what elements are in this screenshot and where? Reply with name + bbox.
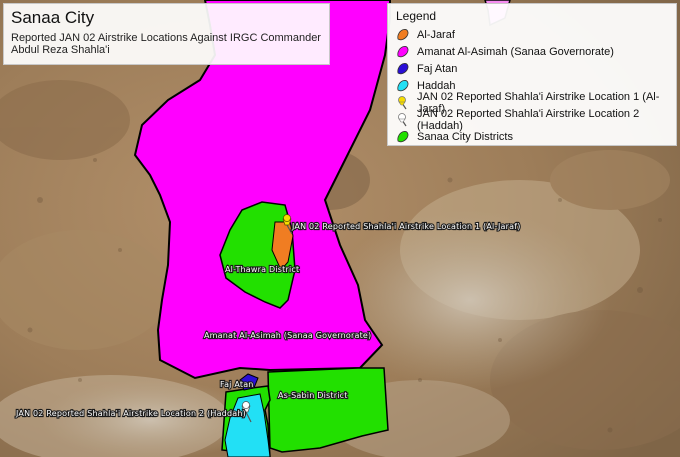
- polygon-swatch-icon: [397, 28, 409, 40]
- label-airstrike-location-2: JAN 02 Reported Shahla'i Airstrike Locat…: [15, 409, 246, 418]
- label-as-sabin-district: As-Sabin District: [278, 391, 348, 400]
- legend-item-label: Faj Atan: [417, 62, 458, 75]
- pushpin-icon: [398, 112, 407, 126]
- urban-area: [330, 210, 610, 390]
- legend-item-label: Amanat Al-Asimah (Sanaa Governorate): [417, 45, 614, 58]
- map-title: Sanaa City: [11, 8, 95, 27]
- polygon-swatch-icon: [397, 62, 409, 74]
- legend-list: Al-Jaraf Amanat Al-Asimah (Sanaa Governor…: [396, 26, 668, 145]
- label-faj-atan: Faj Atan: [220, 380, 254, 389]
- label-al-thawra-district: Al-Thawra District: [225, 265, 299, 274]
- label-airstrike-location-1: JAN 02 Reported Shahla'i Airstrike Locat…: [291, 222, 521, 231]
- legend-item[interactable]: JAN 02 Reported Shahla'i Airstrike Locat…: [396, 108, 668, 132]
- legend-title: Legend: [396, 9, 437, 23]
- map-subtitle-line-2: Abdul Reza Shahla'i: [11, 44, 110, 56]
- legend-item-label: Al-Jaraf: [417, 28, 455, 41]
- legend-item[interactable]: Amanat Al-Asimah (Sanaa Governorate): [396, 43, 668, 60]
- polygon-swatch-icon: [397, 45, 409, 57]
- legend-item-label: Sanaa City Districts: [417, 130, 513, 143]
- polygon-swatch-icon: [397, 79, 409, 91]
- map-subtitle-line-1: Reported JAN 02 Airstrike Locations Agai…: [11, 32, 321, 44]
- legend-item[interactable]: Faj Atan: [396, 60, 668, 77]
- polygon-swatch-icon: [397, 130, 409, 142]
- label-amanat-al-asimah: Amanat Al-Asimah (Sanaa Governorate): [204, 331, 371, 340]
- pushpin-icon: [398, 95, 407, 109]
- title-panel: Sanaa City Reported JAN 02 Airstrike Loc…: [3, 3, 330, 65]
- legend-panel: Legend Al-Jaraf Amanat Al-Asimah (Sanaa G…: [387, 3, 677, 146]
- legend-item-label: JAN 02 Reported Shahla'i Airstrike Locat…: [417, 107, 640, 132]
- legend-item[interactable]: Al-Jaraf: [396, 26, 668, 43]
